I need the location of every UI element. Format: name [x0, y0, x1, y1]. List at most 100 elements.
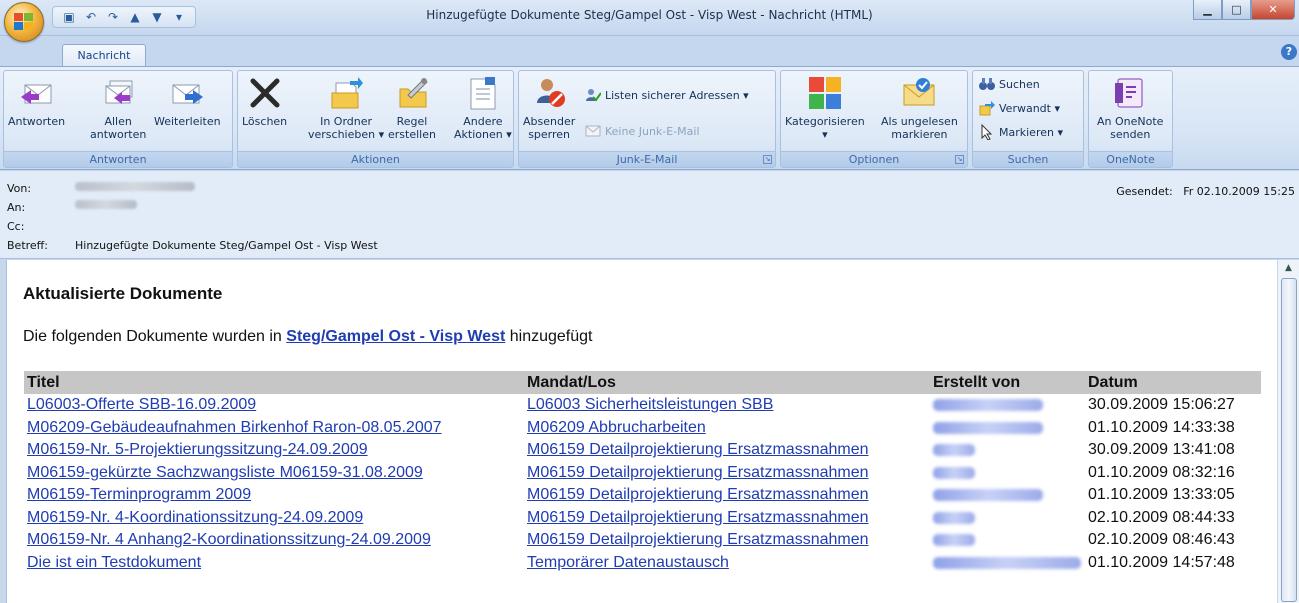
- author-link-redacted[interactable]: [933, 556, 1081, 569]
- close-button[interactable]: ✕: [1251, 0, 1295, 20]
- date-cell: 01.10.2009 14:57:48: [1088, 553, 1235, 571]
- create-rule-button[interactable]: Regel erstellen: [388, 75, 436, 141]
- group-label-onenote: OneNote: [1089, 151, 1172, 167]
- document-link[interactable]: M06159-gekürzte Sachzwangsliste M06159-3…: [27, 464, 423, 481]
- column-header-erstellt-von: Erstellt von: [930, 371, 1085, 394]
- table-row: M06159-gekürzte Sachzwangsliste M06159-3…: [24, 462, 1261, 485]
- group-label-antworten: Antworten: [4, 151, 232, 167]
- tab-nachricht[interactable]: Nachricht: [62, 44, 146, 67]
- intro-text: Die folgenden Dokumente wurden in Steg/G…: [23, 328, 593, 346]
- cursor-icon: [979, 123, 995, 141]
- from-label: Von:: [7, 182, 32, 195]
- to-label: An:: [7, 201, 26, 214]
- mandate-link[interactable]: M06209 Abbrucharbeiten: [527, 419, 706, 436]
- group-label-suchen: Suchen: [973, 151, 1083, 167]
- document-link[interactable]: M06159-Nr. 5-Projektierungssitzung-24.09…: [27, 441, 368, 458]
- group-suchen: Suchen Verwandt ▾ Markieren ▾ Suchen: [972, 70, 1084, 168]
- junk-dialog-launcher[interactable]: ↘: [763, 155, 772, 164]
- message-header: Von: An: Cc: Betreff: Hinzugefügte Dokum…: [0, 171, 1299, 259]
- select-button[interactable]: Markieren ▾: [979, 123, 1063, 141]
- mandate-link[interactable]: L06003 Sicherheitsleistungen SBB: [527, 396, 773, 413]
- date-cell: 01.10.2009 08:32:16: [1088, 463, 1235, 481]
- scrollbar-thumb[interactable]: [1281, 278, 1297, 602]
- mandate-link[interactable]: M06159 Detailprojektierung Ersatzmassnah…: [527, 464, 869, 481]
- minimize-button[interactable]: ▁: [1193, 0, 1222, 20]
- safe-lists-icon: [585, 87, 602, 103]
- table-row: M06159-Nr. 5-Projektierungssitzung-24.09…: [24, 439, 1261, 462]
- author-link-redacted[interactable]: [933, 511, 975, 524]
- author-link-redacted[interactable]: [933, 444, 975, 457]
- window-title: Hinzugefügte Dokumente Steg/Gampel Ost -…: [426, 8, 873, 22]
- group-label-aktionen: Aktionen: [238, 151, 513, 167]
- body-title: Aktualisierte Dokumente: [23, 284, 223, 303]
- maximize-button[interactable]: □: [1222, 0, 1251, 20]
- from-value-redacted: [75, 181, 195, 194]
- delete-button[interactable]: Löschen: [242, 75, 287, 128]
- document-link[interactable]: L06003-Offerte SBB-16.09.2009: [27, 396, 256, 413]
- block-label-1: Absender: [523, 115, 576, 128]
- group-junk-email: Absender sperren Listen sicherer Adresse…: [518, 70, 776, 168]
- project-link[interactable]: Steg/Gampel Ost - Visp West: [286, 328, 505, 345]
- window-controls: ▁ □ ✕: [1193, 0, 1295, 20]
- help-icon[interactable]: ?: [1281, 44, 1297, 60]
- safe-lists-label: Listen sicherer Adressen ▾: [605, 88, 749, 102]
- other-label-2: Aktionen ▾: [454, 128, 512, 141]
- author-link-redacted[interactable]: [933, 489, 1043, 502]
- related-icon: [979, 100, 995, 116]
- reply-button[interactable]: Antworten: [8, 75, 65, 128]
- author-link-redacted[interactable]: [933, 421, 1043, 434]
- find-button[interactable]: Suchen: [979, 76, 1040, 92]
- table-header-row: Titel Mandat/Los Erstellt von Datum: [24, 371, 1261, 394]
- block-sender-icon: [531, 75, 567, 111]
- other-actions-button[interactable]: Andere Aktionen ▾: [454, 75, 512, 141]
- sent-label: Gesendet:: [1116, 185, 1173, 198]
- related-button[interactable]: Verwandt ▾: [979, 100, 1060, 116]
- move-label-1: In Ordner: [320, 115, 373, 128]
- date-cell: 02.10.2009 08:46:43: [1088, 531, 1235, 549]
- date-cell: 01.10.2009 14:33:38: [1088, 418, 1235, 436]
- scroll-up-icon[interactable]: ▲: [1278, 260, 1299, 277]
- send-to-onenote-button[interactable]: An OneNote senden: [1097, 75, 1163, 141]
- group-optionen: Kategorisieren ▾ Als ungelesen markieren…: [780, 70, 968, 168]
- mandate-link[interactable]: M06159 Detailprojektierung Ersatzmassnah…: [527, 509, 869, 526]
- mandate-link[interactable]: M06159 Detailprojektierung Ersatzmassnah…: [527, 441, 869, 458]
- reply-label: Antworten: [8, 115, 66, 128]
- move-to-folder-button[interactable]: In Ordner verschieben ▾: [308, 75, 384, 141]
- delete-x-icon: [247, 75, 283, 111]
- group-antworten: Antworten Allen antworten Weiterleiten A…: [3, 70, 233, 168]
- mandate-link[interactable]: M06159 Detailprojektierung Ersatzmassnah…: [527, 531, 869, 548]
- mandate-link[interactable]: M06159 Detailprojektierung Ersatzmassnah…: [527, 486, 869, 503]
- document-link[interactable]: Die ist ein Testdokument: [27, 554, 201, 571]
- office-button[interactable]: [4, 2, 44, 42]
- reply-all-label-1: Allen: [104, 115, 132, 128]
- author-link-redacted[interactable]: [933, 466, 975, 479]
- documents-table: Titel Mandat/Los Erstellt von Datum L060…: [24, 371, 1261, 574]
- forward-icon: [169, 75, 205, 111]
- table-row: M06159-Nr. 4-Koordinationssitzung-24.09.…: [24, 507, 1261, 530]
- forward-button[interactable]: Weiterleiten: [154, 75, 221, 128]
- other-label-1: Andere: [463, 115, 503, 128]
- categorize-button[interactable]: Kategorisieren ▾: [785, 75, 865, 141]
- document-link[interactable]: M06159-Nr. 4-Koordinationssitzung-24.09.…: [27, 509, 363, 526]
- not-junk-button[interactable]: Keine Junk-E-Mail: [585, 123, 700, 139]
- office-logo-icon: [14, 13, 34, 31]
- intro-after: hinzugefügt: [505, 328, 593, 345]
- reply-all-button[interactable]: Allen antworten: [90, 75, 146, 141]
- safe-lists-button[interactable]: Listen sicherer Adressen ▾: [585, 87, 749, 103]
- reply-all-icon: [100, 75, 136, 111]
- vertical-scrollbar[interactable]: ▲: [1277, 260, 1299, 603]
- block-label-2: sperren: [528, 128, 571, 141]
- author-link-redacted[interactable]: [933, 534, 975, 547]
- document-link[interactable]: M06209-Gebäudeaufnahmen Birkenhof Raron-…: [27, 419, 442, 436]
- mandate-link[interactable]: Temporärer Datenaustausch: [527, 554, 729, 571]
- mark-unread-button[interactable]: Als ungelesen markieren: [881, 75, 958, 141]
- options-dialog-launcher[interactable]: ↘: [955, 155, 964, 164]
- rule-label-2: erstellen: [388, 128, 436, 141]
- document-link[interactable]: M06159-Terminprogramm 2009: [27, 486, 251, 503]
- ribbon-tab-row: Nachricht ?: [0, 36, 1299, 67]
- document-link[interactable]: M06159-Nr. 4 Anhang2-Koordinationssitzun…: [27, 531, 431, 548]
- column-header-datum: Datum: [1085, 371, 1261, 394]
- group-aktionen: Löschen In Ordner verschieben ▾ Regel er…: [237, 70, 514, 168]
- block-sender-button[interactable]: Absender sperren: [523, 75, 575, 141]
- author-link-redacted[interactable]: [933, 399, 1043, 412]
